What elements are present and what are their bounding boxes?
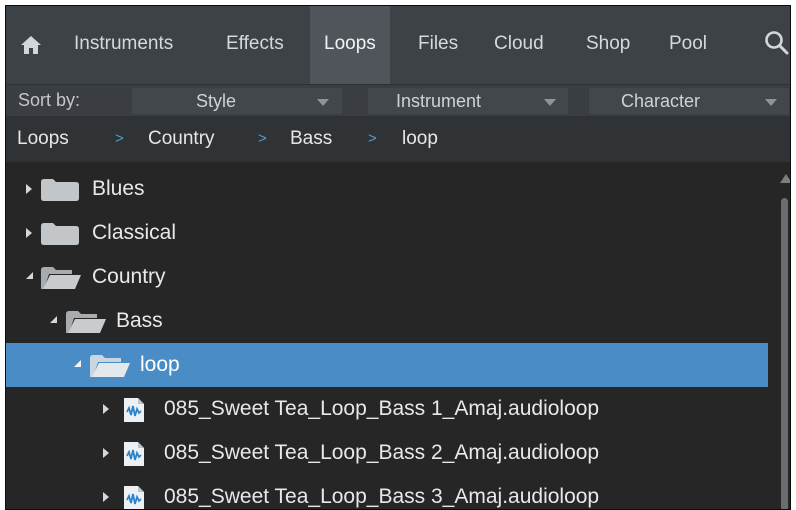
sort-instrument-label: Instrument [396, 91, 482, 111]
breadcrumb: Loops > Country > Bass > loop [6, 117, 790, 162]
sort-by-label: Sort by: [18, 90, 81, 110]
audio-loop-file-icon [124, 398, 144, 422]
search-icon[interactable] [764, 30, 790, 56]
folder-icon [41, 223, 79, 245]
breadcrumb-item-country[interactable]: Country [148, 117, 215, 161]
chevron-down-icon [317, 99, 329, 106]
sort-style-label: Style [196, 91, 237, 111]
tree-item-label: Country [92, 265, 166, 288]
tree-item-audioloop-1[interactable]: 085_Sweet Tea_Loop_Bass 1_Amaj.audioloop [6, 387, 768, 431]
tree-item-blues[interactable]: Blues [6, 167, 768, 211]
tree-item-label: 085_Sweet Tea_Loop_Bass 1_Amaj.audioloop [164, 397, 600, 420]
tab-instruments[interactable]: Instruments [74, 6, 173, 84]
tree-item-label: loop [140, 353, 180, 376]
collapse-arrow-icon[interactable] [74, 360, 81, 367]
sort-bar: Sort by: Style Instrument Character [6, 84, 790, 117]
tab-pool[interactable]: Pool [669, 6, 707, 84]
browser-tab-bar: Instruments Effects Loops Files Cloud Sh… [6, 6, 790, 84]
tab-shop[interactable]: Shop [586, 6, 630, 84]
expand-arrow-icon[interactable] [103, 448, 109, 458]
scroll-up-icon[interactable] [780, 174, 790, 183]
tree-item-audioloop-3[interactable]: 085_Sweet Tea_Loop_Bass 3_Amaj.audioloop [6, 475, 768, 509]
expand-arrow-icon[interactable] [26, 228, 32, 238]
expand-arrow-icon[interactable] [26, 184, 32, 194]
audio-loop-file-icon [124, 486, 144, 509]
home-icon[interactable] [20, 34, 42, 56]
breadcrumb-separator: > [258, 130, 267, 147]
expand-arrow-icon[interactable] [103, 492, 109, 502]
tab-cloud[interactable]: Cloud [494, 6, 544, 84]
sort-instrument-dropdown[interactable]: Instrument [368, 88, 568, 114]
folder-open-icon [66, 311, 106, 333]
tree-item-label: Bass [116, 309, 163, 332]
folder-open-icon [41, 267, 81, 289]
audio-loop-file-icon [124, 442, 144, 466]
tab-effects[interactable]: Effects [226, 6, 284, 84]
browser-panel: Instruments Effects Loops Files Cloud Sh… [5, 5, 791, 510]
tree-item-label: 085_Sweet Tea_Loop_Bass 3_Amaj.audioloop [164, 485, 600, 508]
chevron-down-icon [765, 99, 777, 106]
tab-loops[interactable]: Loops [310, 6, 390, 84]
tab-files[interactable]: Files [418, 6, 458, 84]
sort-character-dropdown[interactable]: Character [589, 88, 789, 114]
chevron-down-icon [544, 99, 556, 106]
sort-character-label: Character [621, 91, 701, 111]
tree-item-label: 085_Sweet Tea_Loop_Bass 2_Amaj.audioloop [164, 441, 600, 464]
scrollbar-thumb[interactable] [781, 198, 788, 509]
tree-item-bass[interactable]: Bass [6, 299, 768, 343]
collapse-arrow-icon[interactable] [26, 272, 33, 279]
tree-item-label: Blues [92, 177, 145, 200]
tree-item-label: Classical [92, 221, 177, 244]
breadcrumb-item-loop[interactable]: loop [402, 117, 438, 161]
tree-item-loop[interactable]: loop [6, 343, 768, 387]
tree-scrollbar[interactable] [778, 162, 790, 509]
tree-item-country[interactable]: Country [6, 255, 768, 299]
sort-style-dropdown[interactable]: Style [132, 88, 342, 114]
breadcrumb-separator: > [368, 130, 377, 147]
breadcrumb-item-bass[interactable]: Bass [290, 117, 332, 161]
loops-tree: Blues Classical Country Bass loop 085_Sw… [6, 162, 778, 509]
breadcrumb-item-loops[interactable]: Loops [17, 117, 69, 161]
folder-icon [41, 179, 79, 201]
tree-item-audioloop-2[interactable]: 085_Sweet Tea_Loop_Bass 2_Amaj.audioloop [6, 431, 768, 475]
expand-arrow-icon[interactable] [103, 404, 109, 414]
breadcrumb-separator: > [115, 130, 124, 147]
folder-open-icon [90, 355, 130, 377]
collapse-arrow-icon[interactable] [50, 316, 57, 323]
tree-item-classical[interactable]: Classical [6, 211, 768, 255]
